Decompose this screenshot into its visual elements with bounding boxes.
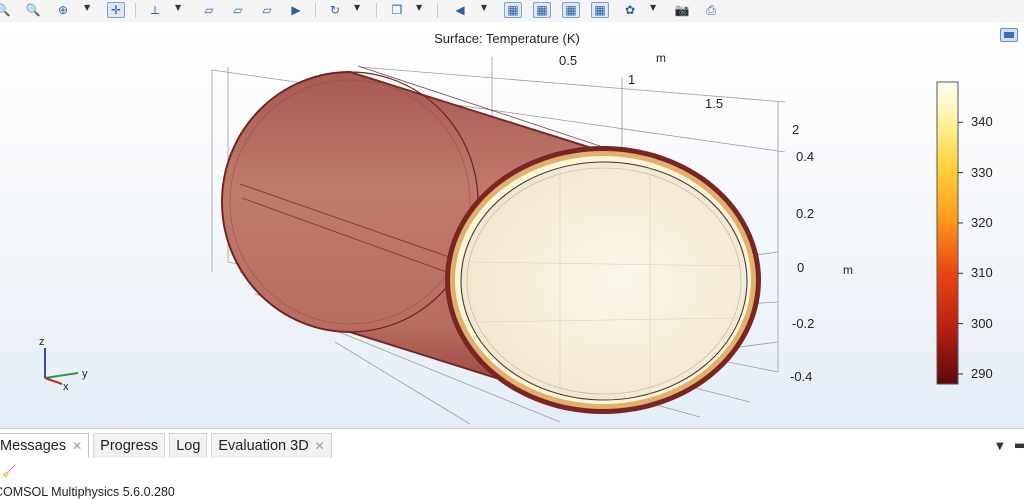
close-icon[interactable]: ✕	[72, 439, 82, 453]
tab-evaluation-3d[interactable]: Evaluation 3D ✕	[211, 433, 332, 458]
chevron-down-icon[interactable]: ▼	[416, 3, 422, 12]
axis-triad: z y x	[39, 336, 88, 393]
color-legend-tick: 300	[971, 315, 993, 331]
z-axis-tick: -0.2	[792, 316, 814, 331]
toolbar-separator	[376, 3, 377, 18]
tab-progress[interactable]: Progress	[93, 433, 166, 458]
color-legend-bar	[936, 81, 959, 385]
y-axis-tick: 1	[628, 72, 635, 87]
chevron-down-icon[interactable]: ▼	[481, 3, 487, 12]
wireframe-icon[interactable]: ▦	[562, 2, 580, 18]
window-toggle-icon[interactable]	[1000, 28, 1018, 42]
y-axis-unit: m	[656, 51, 666, 65]
color-legend-tick: 310	[971, 265, 993, 281]
view-axis-icon[interactable]: ⟂	[146, 1, 164, 19]
z-axis-tick: 0.2	[796, 206, 814, 221]
z-axis-tick: 0	[797, 260, 804, 275]
triad-z-label: z	[39, 336, 45, 348]
z-axis-tick: 0.4	[796, 149, 814, 164]
reset-view-icon[interactable]: ↻	[326, 1, 344, 19]
chevron-down-icon[interactable]: ▼	[650, 3, 656, 12]
tab-log[interactable]: Log	[169, 433, 208, 458]
zoom-in-icon[interactable]: 🔍	[24, 1, 42, 19]
print-icon[interactable]: ⎙	[702, 1, 720, 19]
panel-tabs: Messages ✕ Progress Log Evaluation 3D ✕	[0, 433, 336, 459]
messages-panel: Messages ✕ Progress Log Evaluation 3D ✕ ▼ …	[0, 428, 1024, 499]
zoom-out-icon[interactable]: 🔍	[0, 1, 12, 19]
z-axis-tick: -0.4	[790, 369, 812, 384]
chevron-down-icon[interactable]: ▼	[84, 3, 90, 12]
zoom-box-icon[interactable]: ⊕	[54, 1, 72, 19]
z-axis-unit: m	[843, 263, 853, 277]
scene-light-icon[interactable]: ▶	[287, 1, 305, 19]
show-axis-icon[interactable]: ▦	[533, 2, 551, 18]
chevron-down-icon[interactable]: ▼	[996, 441, 1004, 452]
image-snapshot-icon[interactable]: 📷	[673, 1, 691, 19]
tab-label: Log	[176, 438, 201, 454]
tab-label: Progress	[100, 438, 159, 454]
go-to-zx-view-icon[interactable]: ▱	[258, 1, 276, 19]
plot-title: Surface: Temperature (K)	[434, 31, 580, 46]
tab-label: Messages	[0, 438, 67, 454]
y-axis-tick: 2	[792, 122, 799, 137]
color-legend-tick: 290	[971, 365, 993, 381]
go-to-xy-view-icon[interactable]: ▱	[200, 1, 218, 19]
color-legend-tick-marks	[958, 121, 963, 375]
color-legend-tick: 320	[971, 214, 993, 230]
plot-scene: 0.5 1 1.5 2 m 0.4 0.2 0 -0.2 -0.4 m z y …	[39, 51, 963, 425]
toolbar-separator	[135, 3, 136, 18]
y-axis-tick: 0.5	[559, 53, 577, 68]
tab-label: Evaluation 3D	[218, 438, 309, 454]
chevron-down-icon[interactable]: ▼	[175, 3, 181, 12]
toolbar-separator	[437, 3, 438, 18]
color-legend-tick: 330	[971, 164, 993, 180]
tab-messages[interactable]: Messages ✕	[0, 433, 90, 458]
show-grid-icon[interactable]: ▦	[504, 2, 522, 18]
transparency-icon[interactable]: ▦	[591, 2, 609, 18]
color-legend-tick: 340	[971, 114, 993, 130]
minimize-icon[interactable]: ▬	[1014, 438, 1024, 452]
front-face-inner	[460, 161, 748, 401]
y-axis-tick: 1.5	[705, 96, 723, 111]
chevron-down-icon[interactable]: ▼	[354, 3, 360, 12]
toolbar-separator	[315, 3, 316, 18]
triad-y-label: y	[82, 368, 88, 380]
go-to-yz-view-icon[interactable]: ▱	[229, 1, 247, 19]
status-message: COMSOL Multiphysics 5.6.0.280	[0, 485, 175, 499]
lights-icon[interactable]: ◀	[451, 1, 469, 19]
settings-icon[interactable]: ✿	[621, 1, 639, 19]
graphics-toolbar: 🔍 🔍 ⊕ ▼ ✛ ⟂ ▼ ▱ ▱ ▱ ▶ ↻ ▼ ❒ ▼ ◀ ▼ ▦ ▦ ▦ …	[0, 0, 1024, 23]
close-icon[interactable]: ✕	[315, 439, 325, 453]
zoom-extents-icon[interactable]: ✛	[107, 2, 125, 18]
clear-messages-icon[interactable]: 🧹	[2, 465, 16, 478]
render-mode-icon[interactable]: ❒	[388, 1, 406, 19]
graphics-window[interactable]: 0.5 1 1.5 2 m 0.4 0.2 0 -0.2 -0.4 m z y …	[0, 22, 1024, 428]
triad-x-label: x	[63, 381, 69, 393]
